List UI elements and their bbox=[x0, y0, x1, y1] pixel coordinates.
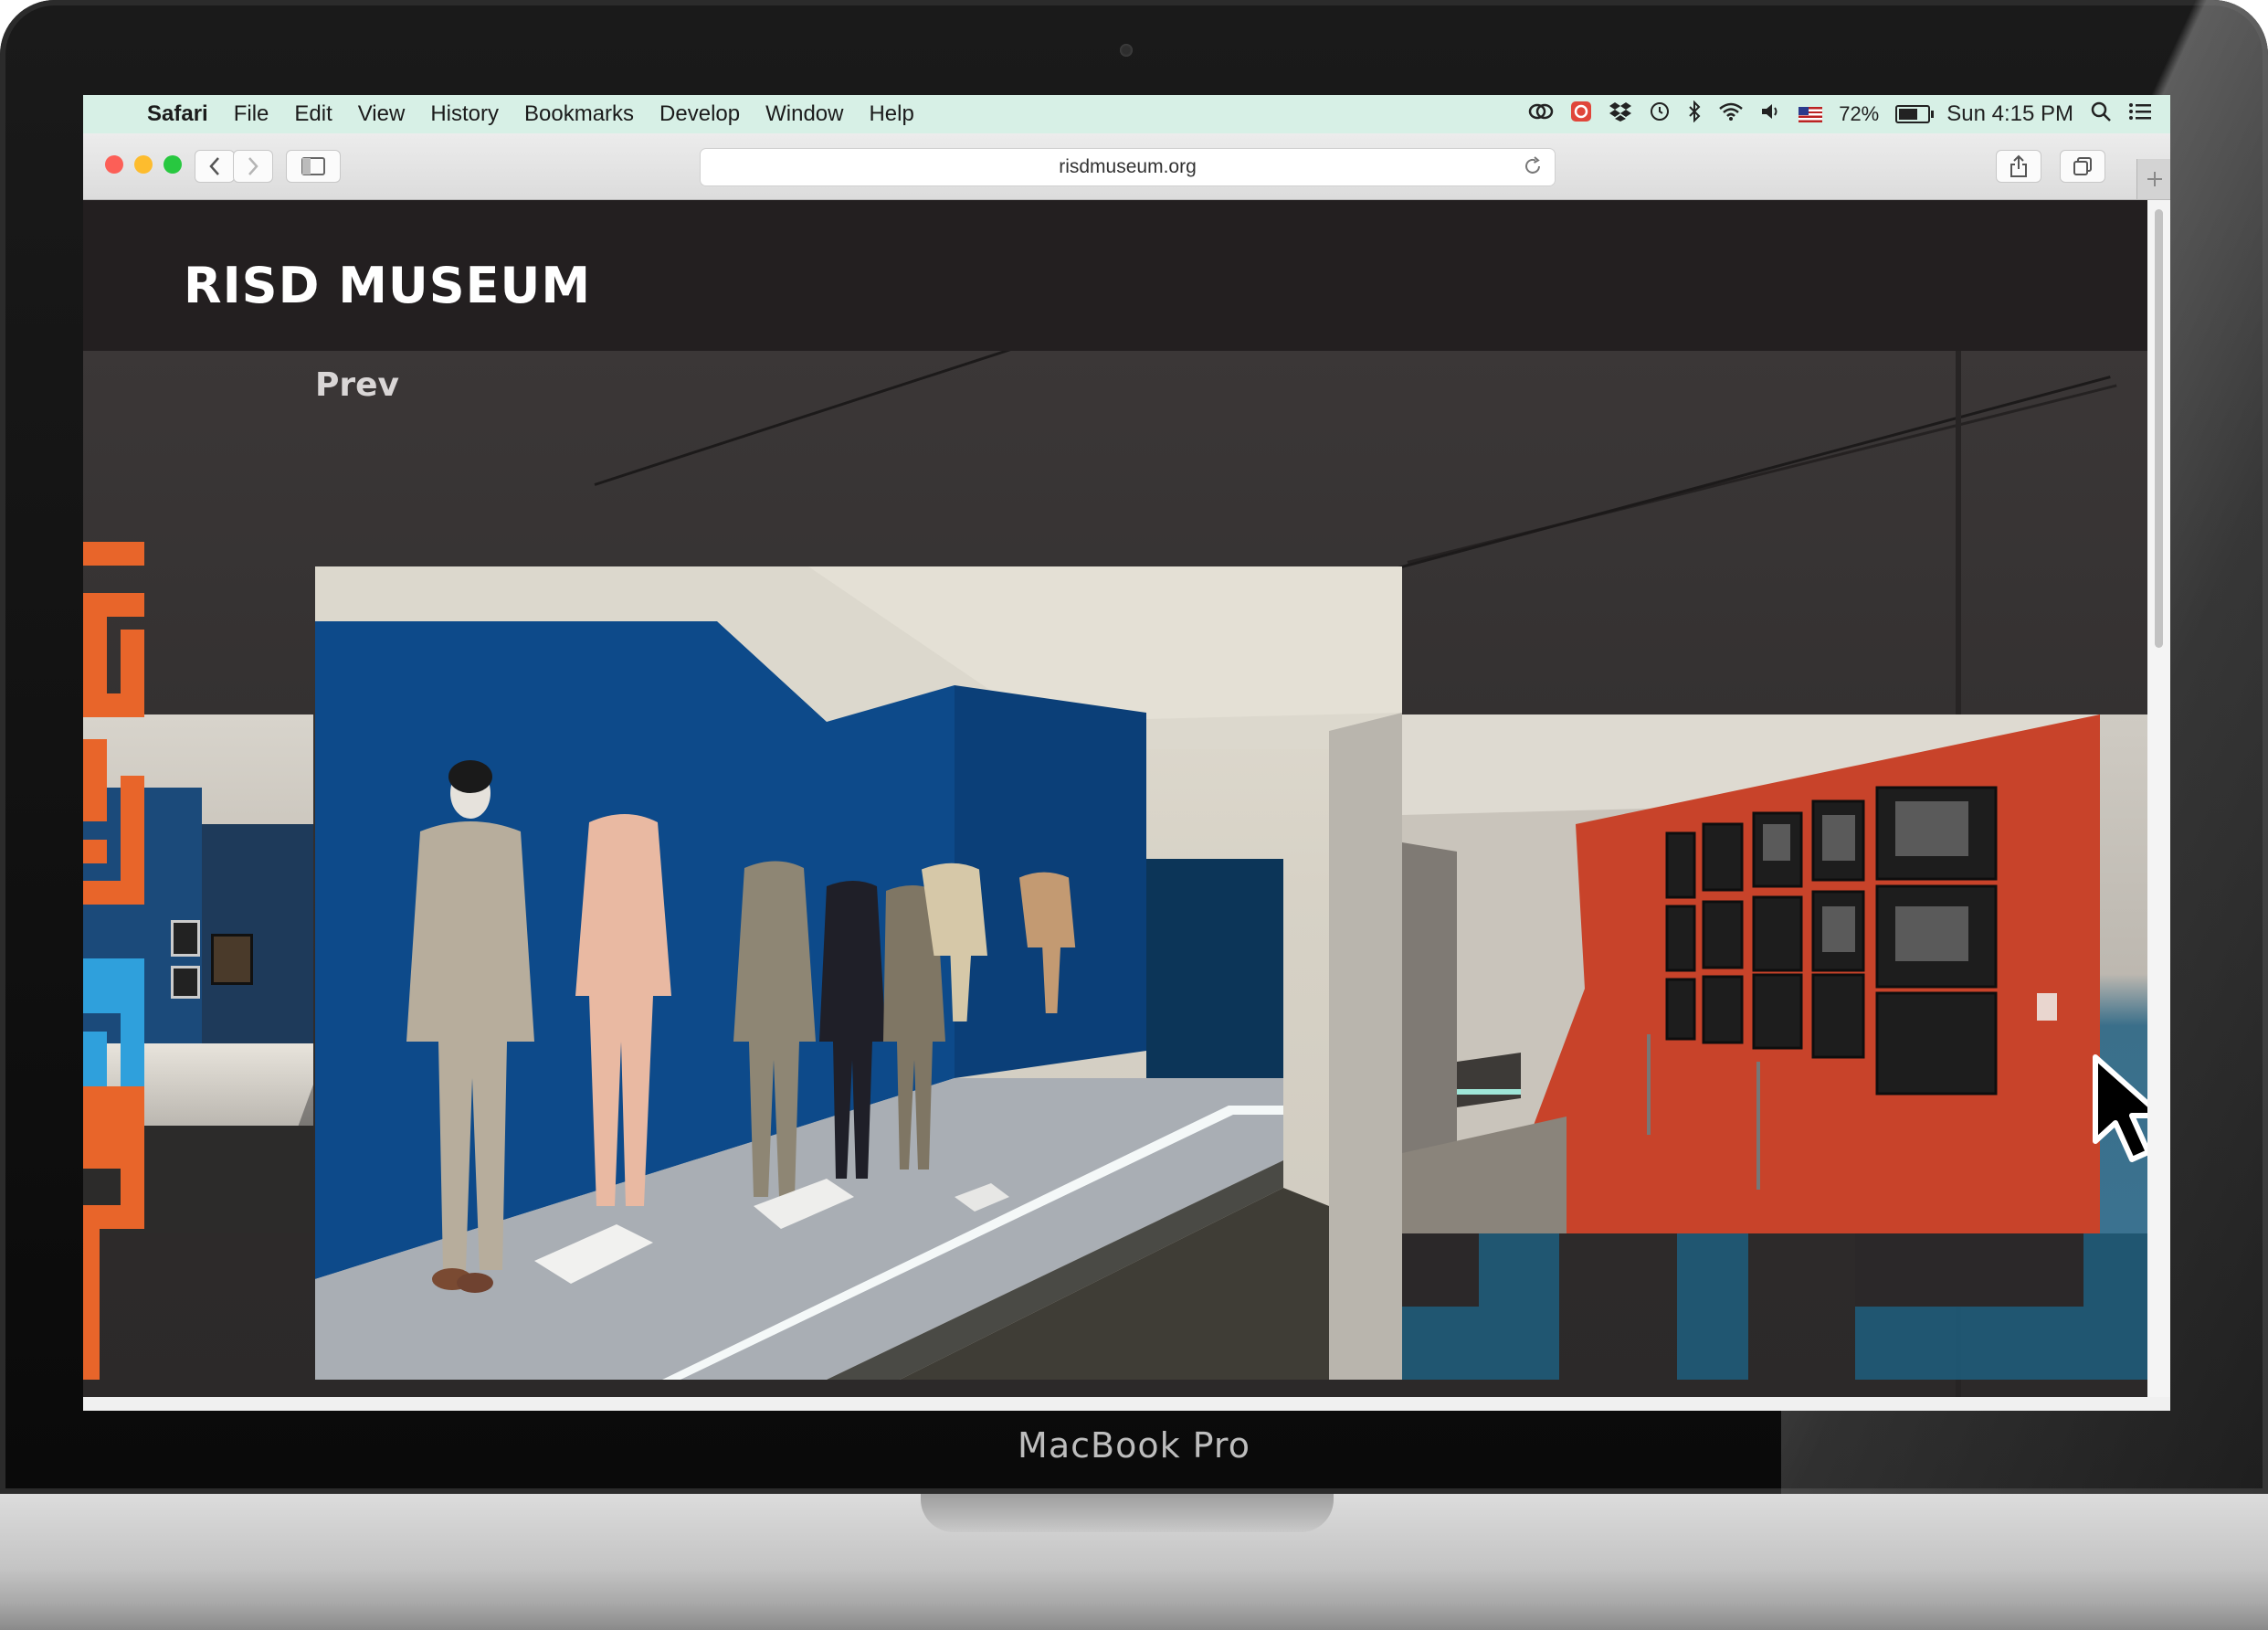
menu-help[interactable]: Help bbox=[856, 101, 926, 127]
screen: Safari File Edit View History Bookmarks … bbox=[83, 95, 2170, 1411]
decor-block bbox=[83, 693, 144, 717]
tabs-icon bbox=[2073, 157, 2092, 175]
decor-cutout bbox=[1402, 1233, 1479, 1307]
zoom-window-button[interactable] bbox=[164, 155, 182, 174]
creative-cloud-icon[interactable] bbox=[1528, 101, 1554, 128]
battery-level-fill bbox=[1899, 109, 1918, 120]
exhibition-photo-right bbox=[1402, 714, 2100, 1233]
laptop-hinge-notch bbox=[921, 1494, 1334, 1532]
mouse-cursor-icon bbox=[2093, 1054, 2147, 1162]
sidebar-button[interactable] bbox=[286, 150, 341, 183]
back-button[interactable] bbox=[195, 150, 235, 183]
framed-artwork bbox=[171, 920, 200, 957]
menu-app-name[interactable]: Safari bbox=[134, 101, 221, 127]
wifi-icon[interactable] bbox=[1718, 101, 1744, 128]
decor-block bbox=[83, 593, 107, 693]
menu-bookmarks[interactable]: Bookmarks bbox=[512, 101, 647, 127]
decor-block bbox=[83, 1032, 107, 1086]
menu-edit[interactable]: Edit bbox=[281, 101, 344, 127]
address-url: risdmuseum.org bbox=[1059, 156, 1197, 177]
share-button[interactable] bbox=[1996, 150, 2041, 183]
menu-file[interactable]: File bbox=[221, 101, 282, 127]
notification-center-icon[interactable] bbox=[2128, 101, 2152, 127]
battery-icon[interactable] bbox=[1895, 105, 1935, 123]
time-machine-icon[interactable] bbox=[1649, 101, 1671, 129]
address-bar[interactable]: risdmuseum.org bbox=[700, 148, 1556, 186]
gallery-image-current[interactable] bbox=[315, 566, 1402, 1380]
gallery-image-next[interactable] bbox=[1402, 714, 2100, 1233]
decor-block bbox=[83, 1086, 144, 1169]
minimize-window-button[interactable] bbox=[134, 155, 153, 174]
reload-button[interactable] bbox=[1517, 148, 1548, 185]
back-icon bbox=[209, 157, 219, 175]
decor-cutout bbox=[1855, 1233, 2083, 1307]
record-icon[interactable] bbox=[1570, 101, 1592, 129]
menu-window[interactable]: Window bbox=[753, 101, 856, 127]
reload-icon bbox=[1525, 156, 1540, 174]
camera-icon bbox=[1120, 44, 1133, 57]
prev-link[interactable]: Prev bbox=[315, 366, 399, 404]
menu-clock[interactable]: Sun 4:15 PM bbox=[1946, 101, 2073, 127]
dropbox-icon[interactable] bbox=[1609, 101, 1632, 129]
framed-artwork bbox=[211, 934, 253, 985]
share-icon bbox=[2010, 154, 2027, 177]
bluetooth-icon[interactable] bbox=[1687, 100, 1702, 129]
ceiling-track bbox=[1315, 376, 2111, 591]
screen-bottom-edge bbox=[83, 1397, 2170, 1411]
web-page: RISD MUSEUM Prev bbox=[83, 200, 2147, 1397]
close-window-button[interactable] bbox=[105, 155, 123, 174]
us-flag-input-icon[interactable] bbox=[1799, 106, 1823, 122]
decor-block bbox=[83, 840, 107, 863]
decor-block bbox=[83, 881, 144, 905]
decor-block bbox=[83, 1229, 100, 1380]
browser-toolbar: risdmuseum.org bbox=[83, 133, 2170, 200]
battery-percent: 72% bbox=[1839, 102, 1880, 125]
framed-artwork bbox=[171, 966, 200, 999]
decor-block bbox=[83, 1205, 144, 1229]
exhibition-photo bbox=[315, 566, 1402, 1380]
decor-block bbox=[83, 739, 107, 821]
device-brand-label: MacBook Pro bbox=[1018, 1425, 1250, 1466]
menu-bar: Safari File Edit View History Bookmarks … bbox=[83, 95, 2170, 133]
menu-view[interactable]: View bbox=[345, 101, 418, 127]
volume-icon[interactable] bbox=[1760, 101, 1782, 128]
ceiling-track bbox=[1407, 384, 2117, 564]
spotlight-search-icon[interactable] bbox=[2090, 101, 2112, 129]
tabs-overview-button[interactable] bbox=[2060, 150, 2105, 183]
menu-develop[interactable]: Develop bbox=[647, 101, 753, 127]
decor-block bbox=[1677, 1233, 1748, 1380]
site-header: RISD MUSEUM bbox=[83, 200, 2147, 351]
page-scrollbar-thumb[interactable] bbox=[2155, 209, 2163, 648]
decor-block bbox=[121, 958, 144, 1086]
forward-button[interactable] bbox=[233, 150, 273, 183]
forward-icon bbox=[248, 157, 258, 175]
new-tab-icon bbox=[2147, 172, 2162, 186]
sidebar-icon bbox=[301, 157, 325, 175]
menu-history[interactable]: History bbox=[417, 101, 512, 127]
decor-block bbox=[121, 776, 144, 885]
decor-block bbox=[83, 542, 144, 566]
site-logo[interactable]: RISD MUSEUM bbox=[184, 257, 591, 314]
new-tab-button[interactable] bbox=[2136, 159, 2170, 199]
menu-extras: 72% Sun 4:15 PM bbox=[1528, 100, 2170, 129]
